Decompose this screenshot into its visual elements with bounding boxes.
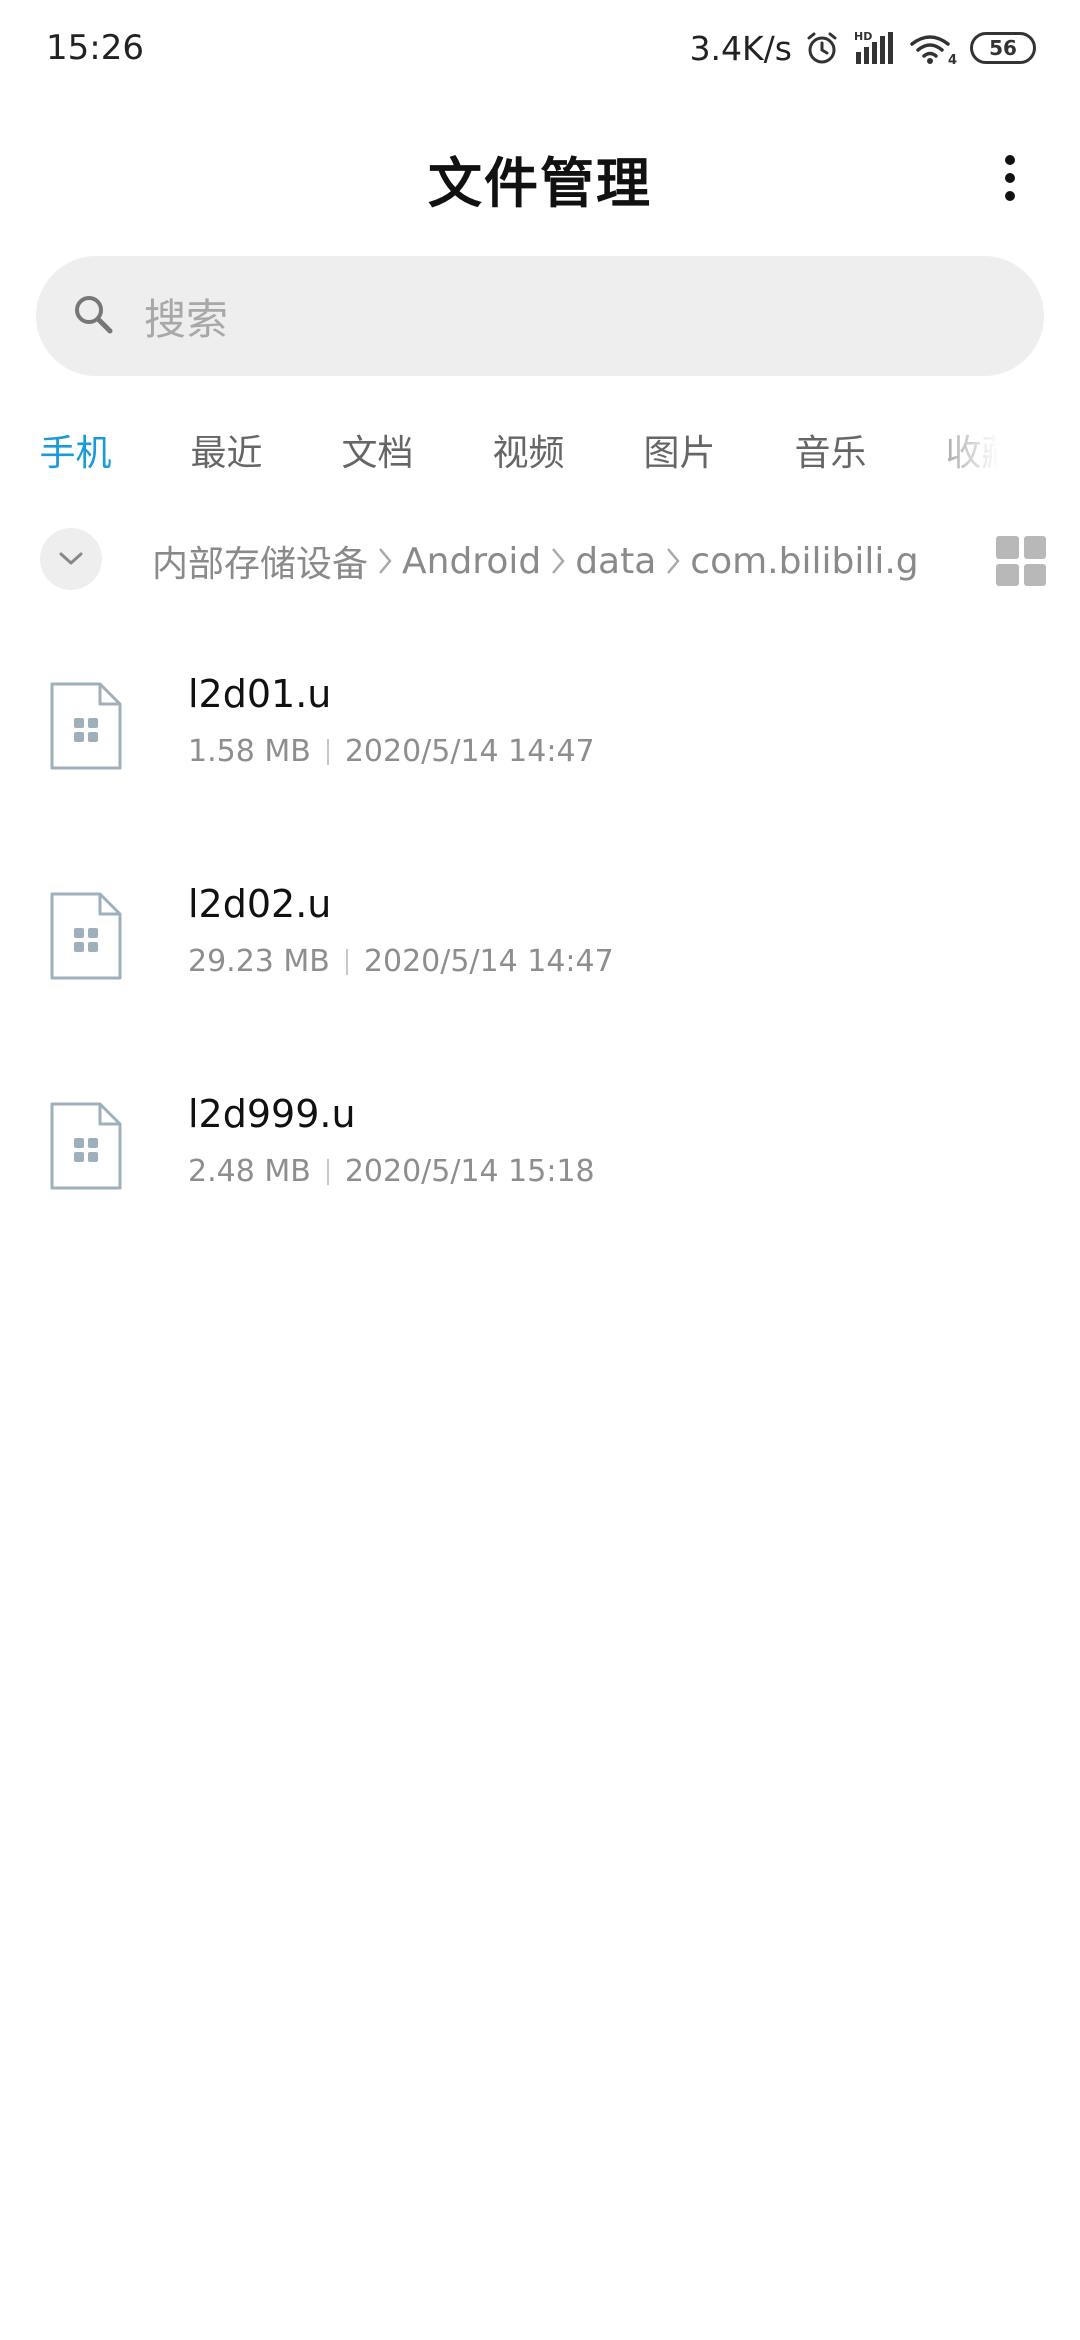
category-tabs: 手机 最近 文档 视频 图片 音乐 收藏 xyxy=(0,410,1010,490)
chevron-down-icon xyxy=(59,552,83,565)
file-info: l2d01.u 1.58 MB 2020/5/14 14:47 xyxy=(188,672,595,769)
chevron-right-icon xyxy=(376,543,394,579)
tab-music[interactable]: 音乐 xyxy=(755,424,906,476)
chevron-right-icon xyxy=(664,543,682,579)
file-icon xyxy=(48,1100,124,1192)
wifi-icon: 4 xyxy=(908,30,958,66)
battery-icon: 56 xyxy=(970,32,1036,64)
file-row[interactable]: l2d01.u 1.58 MB 2020/5/14 14:47 xyxy=(0,630,1080,840)
file-name: l2d999.u xyxy=(188,1092,356,1136)
page-title: 文件管理 xyxy=(428,151,652,215)
breadcrumb-item[interactable]: data xyxy=(575,541,656,582)
file-modified: 2020/5/14 14:47 xyxy=(344,734,595,769)
chevron-right-icon xyxy=(549,543,567,579)
breadcrumb-item[interactable]: Android xyxy=(402,541,541,582)
grid-view-icon[interactable] xyxy=(996,536,1046,586)
file-meta: 29.23 MB 2020/5/14 14:47 xyxy=(188,944,614,979)
tab-documents[interactable]: 文档 xyxy=(302,424,453,476)
network-speed: 3.4K/s xyxy=(689,28,792,68)
file-size: 1.58 MB xyxy=(188,734,311,769)
meta-divider xyxy=(326,738,329,765)
file-row[interactable]: l2d02.u 29.23 MB 2020/5/14 14:47 xyxy=(0,840,1080,1050)
file-list: l2d01.u 1.58 MB 2020/5/14 14:47 l2d02.u … xyxy=(0,630,1080,1260)
tab-recent[interactable]: 最近 xyxy=(151,424,302,476)
search-placeholder: 搜索 xyxy=(144,294,229,344)
more-options-button[interactable] xyxy=(980,148,1040,208)
status-bar: 15:26 3.4K/s HD 4 56 xyxy=(0,0,1080,96)
file-info: l2d999.u 2.48 MB 2020/5/14 15:18 xyxy=(188,1092,595,1189)
search-input[interactable]: 搜索 xyxy=(36,256,1044,376)
breadcrumb: 内部存储设备 Android data com.bilibili.g xyxy=(152,528,952,594)
file-modified: 2020/5/14 14:47 xyxy=(363,944,614,979)
file-name: l2d02.u xyxy=(188,882,332,926)
status-icons: 3.4K/s HD 4 56 xyxy=(690,29,1036,68)
breadcrumb-item[interactable]: com.bilibili.g xyxy=(690,541,918,582)
title-bar: 文件管理 xyxy=(0,130,1080,226)
tab-videos[interactable]: 视频 xyxy=(453,424,604,476)
more-vertical-icon xyxy=(1005,155,1015,201)
search-icon xyxy=(72,293,114,339)
breadcrumb-item[interactable]: 内部存储设备 xyxy=(152,535,368,587)
file-size: 29.23 MB xyxy=(188,944,330,979)
tabs-fade-overlay xyxy=(900,410,1010,490)
file-name: l2d01.u xyxy=(188,672,332,716)
wifi-label: 4 xyxy=(948,53,957,66)
file-meta: 2.48 MB 2020/5/14 15:18 xyxy=(188,1154,595,1189)
file-modified: 2020/5/14 15:18 xyxy=(344,1154,595,1189)
file-row[interactable]: l2d999.u 2.48 MB 2020/5/14 15:18 xyxy=(0,1050,1080,1260)
meta-divider xyxy=(326,1158,329,1185)
status-time: 15:26 xyxy=(46,28,144,68)
alarm-icon xyxy=(804,30,840,66)
path-collapse-button[interactable] xyxy=(40,528,102,590)
signal-icon: HD xyxy=(852,30,896,66)
file-icon xyxy=(48,890,124,982)
battery-level: 56 xyxy=(989,36,1017,60)
file-meta: 1.58 MB 2020/5/14 14:47 xyxy=(188,734,595,769)
path-row: 内部存储设备 Android data com.bilibili.g xyxy=(0,528,1080,594)
file-info: l2d02.u 29.23 MB 2020/5/14 14:47 xyxy=(188,882,614,979)
tab-images[interactable]: 图片 xyxy=(604,424,755,476)
tab-phone[interactable]: 手机 xyxy=(0,424,151,476)
file-icon xyxy=(48,680,124,772)
file-size: 2.48 MB xyxy=(188,1154,311,1189)
hd-label: HD xyxy=(854,30,872,43)
meta-divider xyxy=(345,948,348,975)
